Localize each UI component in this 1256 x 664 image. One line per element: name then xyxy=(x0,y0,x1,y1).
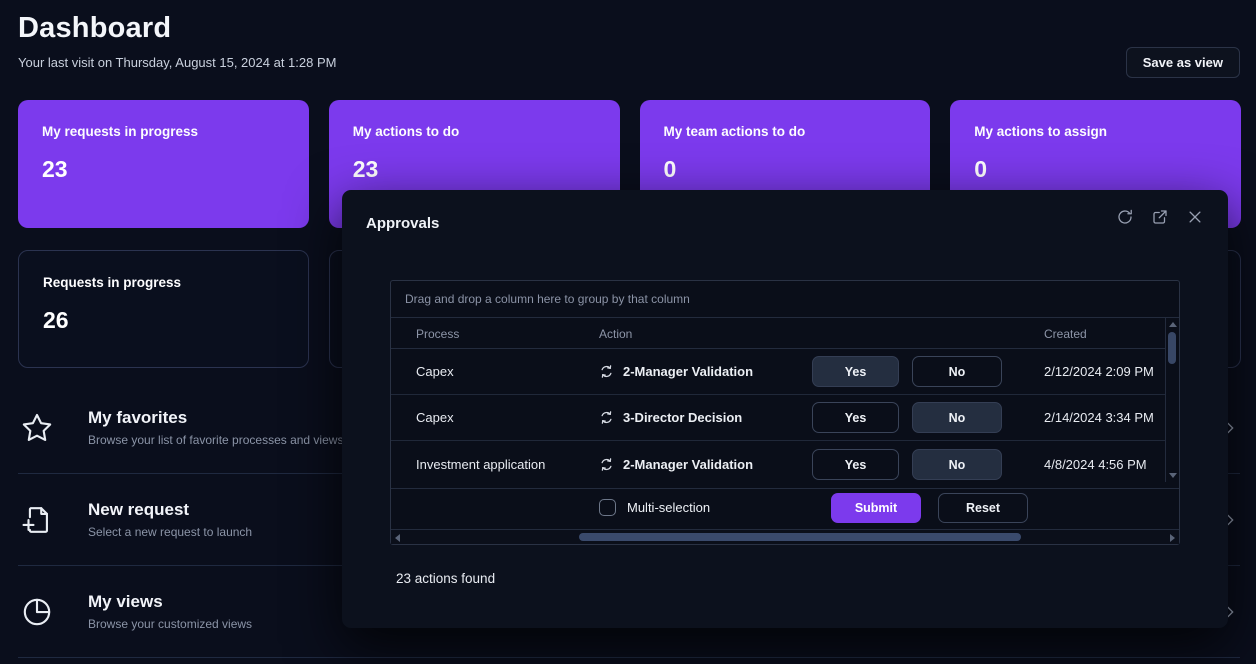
stat-card-value: 0 xyxy=(974,156,1217,183)
grid-header-row: Process Action Created xyxy=(391,318,1179,349)
stat-card-label: My actions to do xyxy=(353,124,596,139)
menu-item-title: New request xyxy=(88,500,252,520)
stat-card-label: My requests in progress xyxy=(42,124,285,139)
menu-item-text: My views Browse your customized views xyxy=(88,592,252,631)
grid-footer-row: Multi-selection Submit Reset xyxy=(391,488,1179,526)
menu-item-title: My views xyxy=(88,592,252,612)
menu-item-description: Browse your customized views xyxy=(88,617,252,631)
sync-icon xyxy=(599,364,614,379)
yes-button[interactable]: Yes xyxy=(812,356,899,387)
process-cell: Capex xyxy=(391,364,599,379)
sync-icon xyxy=(599,457,614,472)
process-cell: Capex xyxy=(391,410,599,425)
refresh-icon[interactable] xyxy=(1114,206,1136,228)
actions-found-status: 23 actions found xyxy=(396,571,495,586)
star-icon xyxy=(20,411,64,445)
card-value: 26 xyxy=(43,307,284,334)
action-cell: 2-Manager Validation xyxy=(599,457,812,472)
submit-button[interactable]: Submit xyxy=(831,493,921,523)
save-as-view-button[interactable]: Save as view xyxy=(1126,47,1240,78)
action-label: 2-Manager Validation xyxy=(623,457,753,472)
pie-chart-icon xyxy=(20,595,64,629)
stat-card-label: My team actions to do xyxy=(664,124,907,139)
no-button[interactable]: No xyxy=(912,449,1002,480)
yes-button[interactable]: Yes xyxy=(812,402,899,433)
column-header-process[interactable]: Process xyxy=(416,327,459,341)
stat-card-value: 23 xyxy=(353,156,596,183)
column-header-created[interactable]: Created xyxy=(1044,327,1087,341)
close-icon[interactable] xyxy=(1184,206,1206,228)
open-in-new-icon[interactable] xyxy=(1149,206,1171,228)
column-header-action[interactable]: Action xyxy=(599,327,632,341)
action-cell: 3-Director Decision xyxy=(599,410,812,425)
page-title: Dashboard xyxy=(18,12,336,45)
created-cell: 2/14/2024 3:34 PM xyxy=(1044,410,1154,425)
last-visit-text: Your last visit on Thursday, August 15, … xyxy=(18,55,336,70)
multi-selection-checkbox[interactable] xyxy=(599,499,616,516)
group-by-drop-zone[interactable]: Drag and drop a column here to group by … xyxy=(391,281,1179,318)
action-label: 2-Manager Validation xyxy=(623,364,753,379)
approvals-grid-panel: Drag and drop a column here to group by … xyxy=(390,280,1180,545)
sync-icon xyxy=(599,410,614,425)
modal-title: Approvals xyxy=(366,215,439,232)
menu-item-description: Select a new request to launch xyxy=(88,525,252,539)
file-plus-icon xyxy=(20,503,64,537)
reset-button[interactable]: Reset xyxy=(938,493,1028,523)
action-cell: 2-Manager Validation xyxy=(599,364,812,379)
table-row[interactable]: Investment application 2-Manager Validat… xyxy=(391,441,1179,488)
created-cell: 2/12/2024 2:09 PM xyxy=(1044,364,1154,379)
created-cell: 4/8/2024 4:56 PM xyxy=(1044,457,1147,472)
vertical-scroll-thumb[interactable] xyxy=(1168,332,1176,364)
menu-item-title: My favorites xyxy=(88,408,343,428)
process-cell: Investment application xyxy=(391,457,599,472)
menu-item-description: Browse your list of favorite processes a… xyxy=(88,433,343,447)
stat-card-value: 0 xyxy=(664,156,907,183)
yes-button[interactable]: Yes xyxy=(812,449,899,480)
modal-header-actions xyxy=(1114,206,1206,228)
card-label: Requests in progress xyxy=(43,275,284,290)
no-button[interactable]: No xyxy=(912,402,1002,433)
approvals-modal: Approvals Drag and drop a column here to… xyxy=(342,190,1228,628)
scroll-left-icon[interactable] xyxy=(395,534,400,542)
no-button[interactable]: No xyxy=(912,356,1002,387)
vertical-scrollbar[interactable] xyxy=(1165,318,1179,482)
stat-card-my-requests[interactable]: My requests in progress 23 xyxy=(18,100,309,228)
stat-card-value: 23 xyxy=(42,156,285,183)
card-requests-in-progress[interactable]: Requests in progress 26 xyxy=(18,250,309,368)
horizontal-scrollbar[interactable] xyxy=(391,529,1179,544)
page-header: Dashboard Your last visit on Thursday, A… xyxy=(18,12,336,70)
horizontal-scroll-thumb[interactable] xyxy=(579,533,1021,541)
scroll-right-icon[interactable] xyxy=(1170,534,1175,542)
multi-selection-label: Multi-selection xyxy=(627,500,710,515)
table-row[interactable]: Capex 3-Director Decision Yes No 2/14/20… xyxy=(391,395,1179,441)
menu-item-text: My favorites Browse your list of favorit… xyxy=(88,408,343,447)
menu-item-text: New request Select a new request to laun… xyxy=(88,500,252,539)
scroll-down-icon[interactable] xyxy=(1169,473,1177,478)
stat-card-label: My actions to assign xyxy=(974,124,1217,139)
table-row[interactable]: Capex 2-Manager Validation Yes No 2/12/2… xyxy=(391,349,1179,395)
scroll-up-icon[interactable] xyxy=(1169,322,1177,327)
action-label: 3-Director Decision xyxy=(623,410,742,425)
